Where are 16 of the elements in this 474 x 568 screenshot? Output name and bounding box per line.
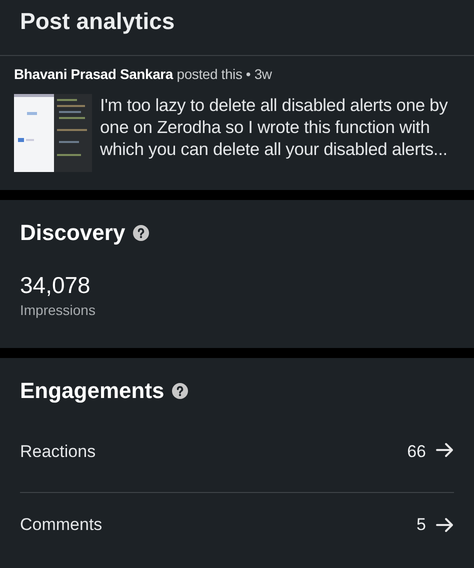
arrow-right-icon[interactable] <box>436 442 454 458</box>
metric-value: 66 <box>407 442 426 462</box>
author-name[interactable]: Bhavani Prasad Sankara <box>14 66 174 82</box>
help-icon[interactable] <box>172 383 188 399</box>
page-title: Post analytics <box>20 8 175 35</box>
metric-value: 5 <box>416 514 426 534</box>
help-icon[interactable] <box>133 225 150 241</box>
metric-label[interactable]: Reactions <box>20 442 408 462</box>
post-excerpt[interactable]: I'm too lazy to delete all disabled alerts one by one on Zerodha so I wrote this function with which you can delete all your disabled alerts... <box>100 94 460 160</box>
post-meta: posted this • 3w <box>176 66 272 82</box>
metric-label[interactable]: Comments <box>20 514 417 534</box>
arrow-right-icon[interactable] <box>436 516 454 532</box>
section-title: Discovery <box>20 220 126 246</box>
impressions-count: 34,078 <box>20 272 92 299</box>
section-title: Engagements <box>20 378 164 404</box>
impressions-label: Impressions <box>20 302 96 318</box>
